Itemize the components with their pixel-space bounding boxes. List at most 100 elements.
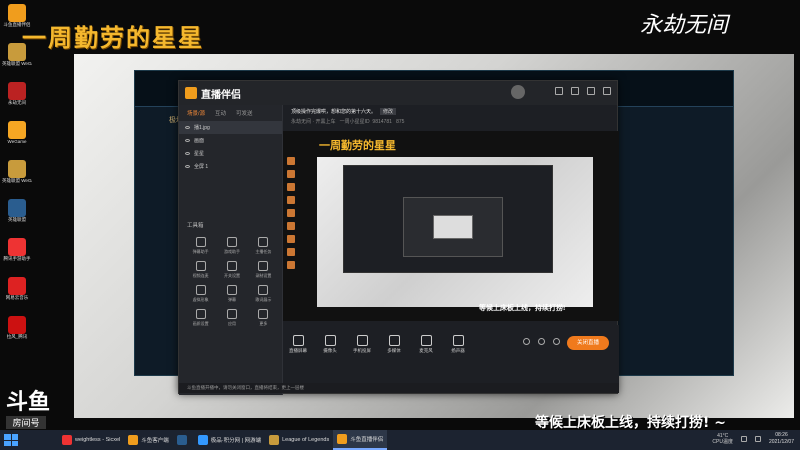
app-icon <box>8 121 26 139</box>
tool-icon <box>195 309 206 319</box>
tool-button[interactable]: 画质设置 <box>185 309 216 327</box>
scene-item[interactable]: 星星 <box>179 147 282 160</box>
desktop-icon[interactable]: 永劫无间 <box>2 82 32 106</box>
tool-icon <box>195 237 206 247</box>
taskbar-app-icon <box>62 435 72 445</box>
app-logo-icon <box>185 87 197 99</box>
control-button[interactable]: 摄像头 <box>319 335 341 354</box>
game-logo: 永劫无间 <box>640 13 731 38</box>
desktop-icon[interactable]: 腾讯手游助手 <box>2 238 32 262</box>
tool-button[interactable]: 视频连麦 <box>185 261 216 279</box>
desktop-icon[interactable]: WeGame <box>2 121 32 145</box>
taskbar-item[interactable] <box>173 430 194 450</box>
eye-icon[interactable] <box>538 338 545 345</box>
game-logo-text: 永劫无间 <box>640 13 731 38</box>
viewer-count: 875 <box>396 119 405 125</box>
taskbar-item[interactable]: weightless - Sicxel <box>58 430 124 450</box>
control-button[interactable]: 扬声器 <box>447 335 469 354</box>
tool-button[interactable]: 开关设置 <box>216 261 247 279</box>
footer-note: 斗鱼直播开播中，请勿关闭窗口，直播将结束，更上一层楼 <box>179 383 619 393</box>
tool-icon <box>226 309 237 319</box>
eye-icon[interactable] <box>185 126 190 129</box>
eye-icon[interactable] <box>185 152 190 155</box>
gear-icon[interactable] <box>553 338 560 345</box>
control-button[interactable]: 直播屏幕 <box>287 335 309 354</box>
tool-icon <box>258 261 269 271</box>
tab-interact[interactable]: 互动 <box>215 109 226 117</box>
tab-scenes[interactable]: 场景/源 <box>187 109 205 117</box>
tool-button[interactable]: 虚拟形象 <box>185 285 216 303</box>
control-button[interactable]: 麦克风 <box>415 335 437 354</box>
tool-button[interactable]: 主播任务 <box>248 237 279 255</box>
scene-label: 全屏 1 <box>194 164 209 170</box>
desktop-icon[interactable]: 拉风_腾讯 <box>2 316 32 340</box>
tool-icon <box>258 285 269 295</box>
control-icon <box>292 335 304 346</box>
desktop-icon[interactable]: 英雄联盟 <box>2 199 32 223</box>
control-button[interactable]: 多媒体 <box>383 335 405 354</box>
volume-icon[interactable] <box>754 436 761 442</box>
scene-item[interactable]: 画面 <box>179 134 282 147</box>
tool-label: 虚拟形象 <box>192 297 209 302</box>
start-button[interactable] <box>4 434 18 446</box>
close-icon[interactable] <box>603 87 611 95</box>
tool-label: 录制设置 <box>255 273 272 278</box>
taskbar-item[interactable]: 斗鱼直播伴侣 <box>333 430 388 450</box>
edit-button[interactable]: 修改 <box>380 108 397 115</box>
desktop-icon[interactable]: 英雄联盟 WeGame版 <box>2 160 32 184</box>
tool-button[interactable]: 弹幕助手 <box>185 237 216 255</box>
go-live-button[interactable]: 关闭直播 <box>567 336 609 350</box>
clock-date: 2021/12/07 <box>768 439 794 445</box>
taskbar-app-icon <box>128 435 139 445</box>
desktop-icon-label: 永劫无间 <box>8 100 26 105</box>
settings-icon[interactable] <box>555 87 563 95</box>
scene-item[interactable]: 全屏 1 <box>179 160 282 173</box>
tool-button[interactable]: 游戏助手 <box>216 237 247 255</box>
scene-list: 播1.jpg 画面 星星全屏 1 <box>179 121 282 173</box>
taskbar-item[interactable]: League of Legends <box>265 430 333 450</box>
tab-send[interactable]: 可发送 <box>236 109 253 117</box>
tool-button[interactable]: 录制设置 <box>248 261 279 279</box>
tool-button[interactable]: 应用 <box>216 309 247 327</box>
taskbar-item[interactable]: 斗鱼客户端 <box>124 430 173 450</box>
tool-grid: 弹幕助手 游戏助手 主播任务视频连麦 开关设置 录制设置虚拟形象 弹幕 歌词展示画质设置 应用… <box>185 237 279 327</box>
tool-button[interactable]: 弹幕 <box>216 285 247 303</box>
tool-label: 弹幕 <box>227 297 236 302</box>
taskbar-item-label: 斗鱼客户端 <box>141 438 169 444</box>
tool-label: 视频连麦 <box>192 273 209 278</box>
desktop-icon-label: 拉风_腾讯 <box>6 334 28 339</box>
app-icon <box>8 277 26 295</box>
toolbox-title: 工具箱 <box>187 223 204 229</box>
minimize-icon[interactable] <box>587 87 595 95</box>
taskbar-item[interactable]: 极品·积分网 | 网游端 <box>194 430 265 450</box>
overlay-title: 一周勤劳的星星 <box>22 24 204 52</box>
scroll-text: 等候上床板上线，持续打捞! ~ <box>535 415 726 431</box>
control-button[interactable]: 手机投屏 <box>351 335 373 354</box>
stream-preview: 一周勤劳的星星 等候上床板上线，持续打捞! <box>283 131 619 321</box>
tool-icon <box>258 309 269 319</box>
streaming-app-window: 直播伴侣 场景/源 互动 可发送 播1.jpg 画面 星星 全屏 1 工具箱 弹幕助手… <box>178 80 619 395</box>
tool-label: 歌词展示 <box>255 297 272 302</box>
tool-button[interactable]: 更多 <box>248 309 279 327</box>
desktop-icon-label: 网易云音乐 <box>5 295 29 300</box>
taskbar-app-icon <box>197 435 208 445</box>
control-icon <box>452 335 464 346</box>
tool-button[interactable]: 歌词展示 <box>248 285 279 303</box>
message-icon[interactable] <box>571 87 579 95</box>
desktop-icon-label: 英雄联盟 WeGame版 <box>2 178 32 183</box>
control-label: 手机投屏 <box>353 348 371 353</box>
taskbar-app-icon <box>176 435 187 445</box>
desktop-icon-label: 英雄联盟 WeGame版 <box>2 61 32 66</box>
avatar[interactable] <box>511 85 525 99</box>
eye-icon[interactable] <box>185 165 190 168</box>
taskbar-item-label: weightless - Sicxel <box>75 437 121 443</box>
scene-item[interactable]: 播1.jpg <box>179 121 282 134</box>
taskbar-item-label: League of Legends <box>282 437 330 443</box>
desktop-icon[interactable]: 网易云音乐 <box>2 277 32 301</box>
camera-toggle-icon[interactable] <box>523 338 530 345</box>
desktop-icon-label: 英雄联盟 <box>8 217 26 222</box>
network-icon[interactable] <box>740 436 747 442</box>
preview-caption: 等候上床板上线，持续打捞! <box>479 305 566 312</box>
clock[interactable]: 08:26 2021/12/07 <box>769 432 794 446</box>
eye-icon[interactable] <box>185 139 190 142</box>
